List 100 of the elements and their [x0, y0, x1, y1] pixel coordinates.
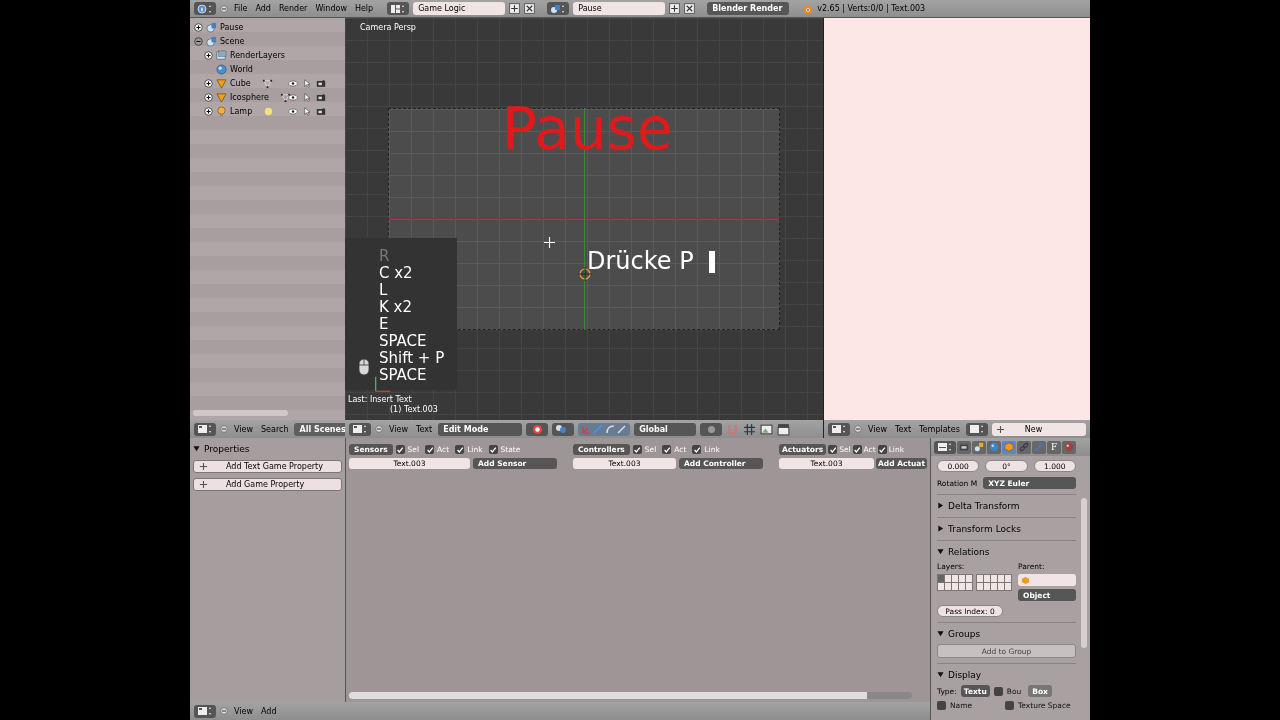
properties-tab[interactable] — [1017, 440, 1031, 454]
panel-title[interactable]: Relations — [948, 546, 990, 557]
close-icon[interactable] — [684, 3, 696, 14]
checkbox[interactable] — [662, 445, 672, 454]
editor-type-button[interactable] — [828, 422, 850, 436]
expand-icon[interactable] — [194, 22, 203, 32]
parent-field[interactable] — [1018, 574, 1076, 586]
clapboard-icon[interactable] — [777, 422, 791, 436]
outliner-item[interactable]: Cube — [190, 76, 345, 90]
checkbox[interactable] — [993, 686, 1003, 696]
outliner-item[interactable]: World — [190, 62, 345, 76]
add-icon[interactable] — [669, 3, 681, 14]
properties-tab[interactable] — [957, 440, 971, 454]
panel-title[interactable]: Display — [948, 669, 982, 680]
pivot-button[interactable] — [526, 422, 549, 436]
checkbox[interactable] — [852, 445, 862, 454]
expand-icon[interactable] — [204, 50, 213, 60]
camera-icon[interactable] — [316, 78, 326, 88]
menu-item[interactable]: Window — [313, 4, 349, 13]
checkbox[interactable] — [877, 445, 887, 454]
menu-item[interactable]: View — [232, 706, 255, 716]
checkbox[interactable] — [455, 445, 465, 454]
menu-item[interactable]: Text — [893, 424, 914, 434]
editor-type-button[interactable] — [194, 2, 216, 15]
editor-type-button[interactable] — [349, 422, 371, 436]
checkbox[interactable] — [425, 445, 435, 454]
checkbox[interactable] — [1005, 701, 1014, 710]
outliner-item[interactable]: Lamp — [190, 104, 345, 118]
expand-icon[interactable] — [204, 106, 213, 116]
outliner-item[interactable]: Pause — [190, 20, 345, 34]
menu-item[interactable]: View — [866, 424, 889, 434]
menu-item[interactable]: Templates — [917, 424, 962, 434]
checkbox[interactable] — [828, 445, 838, 454]
panel-title[interactable]: Delta Transform — [948, 500, 1020, 511]
add-property-button[interactable]: Add Text Game Property — [193, 460, 342, 473]
expand-icon[interactable] — [204, 78, 213, 88]
new-button[interactable]: New — [991, 422, 1086, 436]
outliner-item[interactable]: RenderLayers — [190, 48, 345, 62]
disclosure-triangle-icon[interactable] — [937, 502, 944, 509]
collapse-menu-icon[interactable] — [375, 425, 383, 433]
orientation-dropdown[interactable]: Global — [634, 422, 697, 436]
render-engine-dropdown[interactable]: Blender Render — [707, 2, 790, 15]
layout-name-field[interactable]: Game Logic — [413, 2, 506, 15]
panel-title[interactable]: Properties — [204, 443, 250, 454]
checkbox[interactable] — [488, 445, 498, 454]
manipulator-toolbar[interactable] — [578, 422, 631, 436]
menu-item[interactable]: View — [232, 424, 255, 434]
eye-icon[interactable] — [288, 92, 298, 102]
image-icon[interactable] — [760, 422, 774, 436]
collapse-menu-icon[interactable] — [220, 425, 228, 433]
outliner-item[interactable]: Scene — [190, 34, 345, 48]
mode-dropdown[interactable]: Edit Mode — [438, 422, 523, 436]
close-icon[interactable] — [524, 3, 536, 14]
panel-title[interactable]: Groups — [948, 628, 981, 639]
camera-icon[interactable] — [316, 106, 326, 116]
3d-viewport[interactable]: Camera Persp Pause R C x2 L K x2 E SPACE Shift + P SPACE Drücke P Last: Insert Text (1) Text.003 — [345, 18, 823, 420]
menu-item[interactable]: Search — [259, 424, 291, 434]
panel-title[interactable]: Transform Locks — [948, 523, 1021, 534]
collapse-menu-icon[interactable] — [220, 4, 228, 13]
properties-tab[interactable]: F — [1047, 440, 1061, 454]
scrollbar[interactable] — [349, 692, 912, 699]
checkbox[interactable] — [937, 701, 946, 710]
editor-type-button[interactable] — [194, 704, 216, 718]
scene-selector-button[interactable] — [547, 2, 570, 15]
display-mode-dropdown[interactable]: All Scenes — [294, 422, 345, 436]
collapse-menu-icon[interactable] — [220, 707, 228, 715]
checkbox[interactable] — [395, 445, 405, 454]
layout-selector-button[interactable] — [387, 2, 410, 15]
editor-type-button[interactable] — [934, 440, 956, 454]
properties-tab[interactable] — [1062, 440, 1076, 454]
collapse-menu-icon[interactable] — [854, 425, 862, 433]
expand-icon[interactable] — [204, 92, 213, 102]
scrollbar[interactable] — [1081, 498, 1087, 648]
disclosure-triangle-icon[interactable] — [937, 671, 944, 678]
collapse-icon[interactable] — [194, 36, 203, 46]
menu-item[interactable]: View — [387, 424, 410, 434]
shading-button[interactable] — [552, 422, 575, 436]
menu-item[interactable]: Help — [352, 4, 376, 13]
snap-grid-icon[interactable] — [743, 422, 757, 436]
add-property-button[interactable]: Add Game Property — [193, 478, 342, 491]
editor-type-button[interactable] — [194, 422, 216, 436]
menu-item[interactable]: Add — [253, 4, 273, 13]
disclosure-triangle-icon[interactable] — [937, 630, 944, 637]
scrollbar[interactable] — [193, 410, 288, 416]
scene-name-field[interactable]: Pause — [573, 2, 666, 15]
menu-item[interactable]: Text — [414, 424, 435, 434]
text-browse-button[interactable] — [965, 422, 988, 436]
checkbox[interactable] — [692, 445, 702, 454]
layer-button[interactable] — [700, 422, 723, 436]
add-icon[interactable] — [509, 3, 521, 14]
menu-item[interactable]: Render — [276, 4, 310, 13]
disclosure-triangle-icon[interactable] — [937, 525, 944, 532]
menu-item[interactable]: File — [232, 4, 250, 13]
checkbox[interactable] — [632, 445, 642, 454]
camera-icon[interactable] — [316, 92, 326, 102]
disclosure-triangle-icon[interactable] — [937, 548, 944, 555]
disclosure-triangle-icon[interactable] — [193, 445, 200, 452]
layer-buttons[interactable] — [937, 574, 1012, 591]
menu-item[interactable]: Add — [259, 706, 279, 716]
text-object[interactable]: Drücke P — [587, 249, 694, 273]
